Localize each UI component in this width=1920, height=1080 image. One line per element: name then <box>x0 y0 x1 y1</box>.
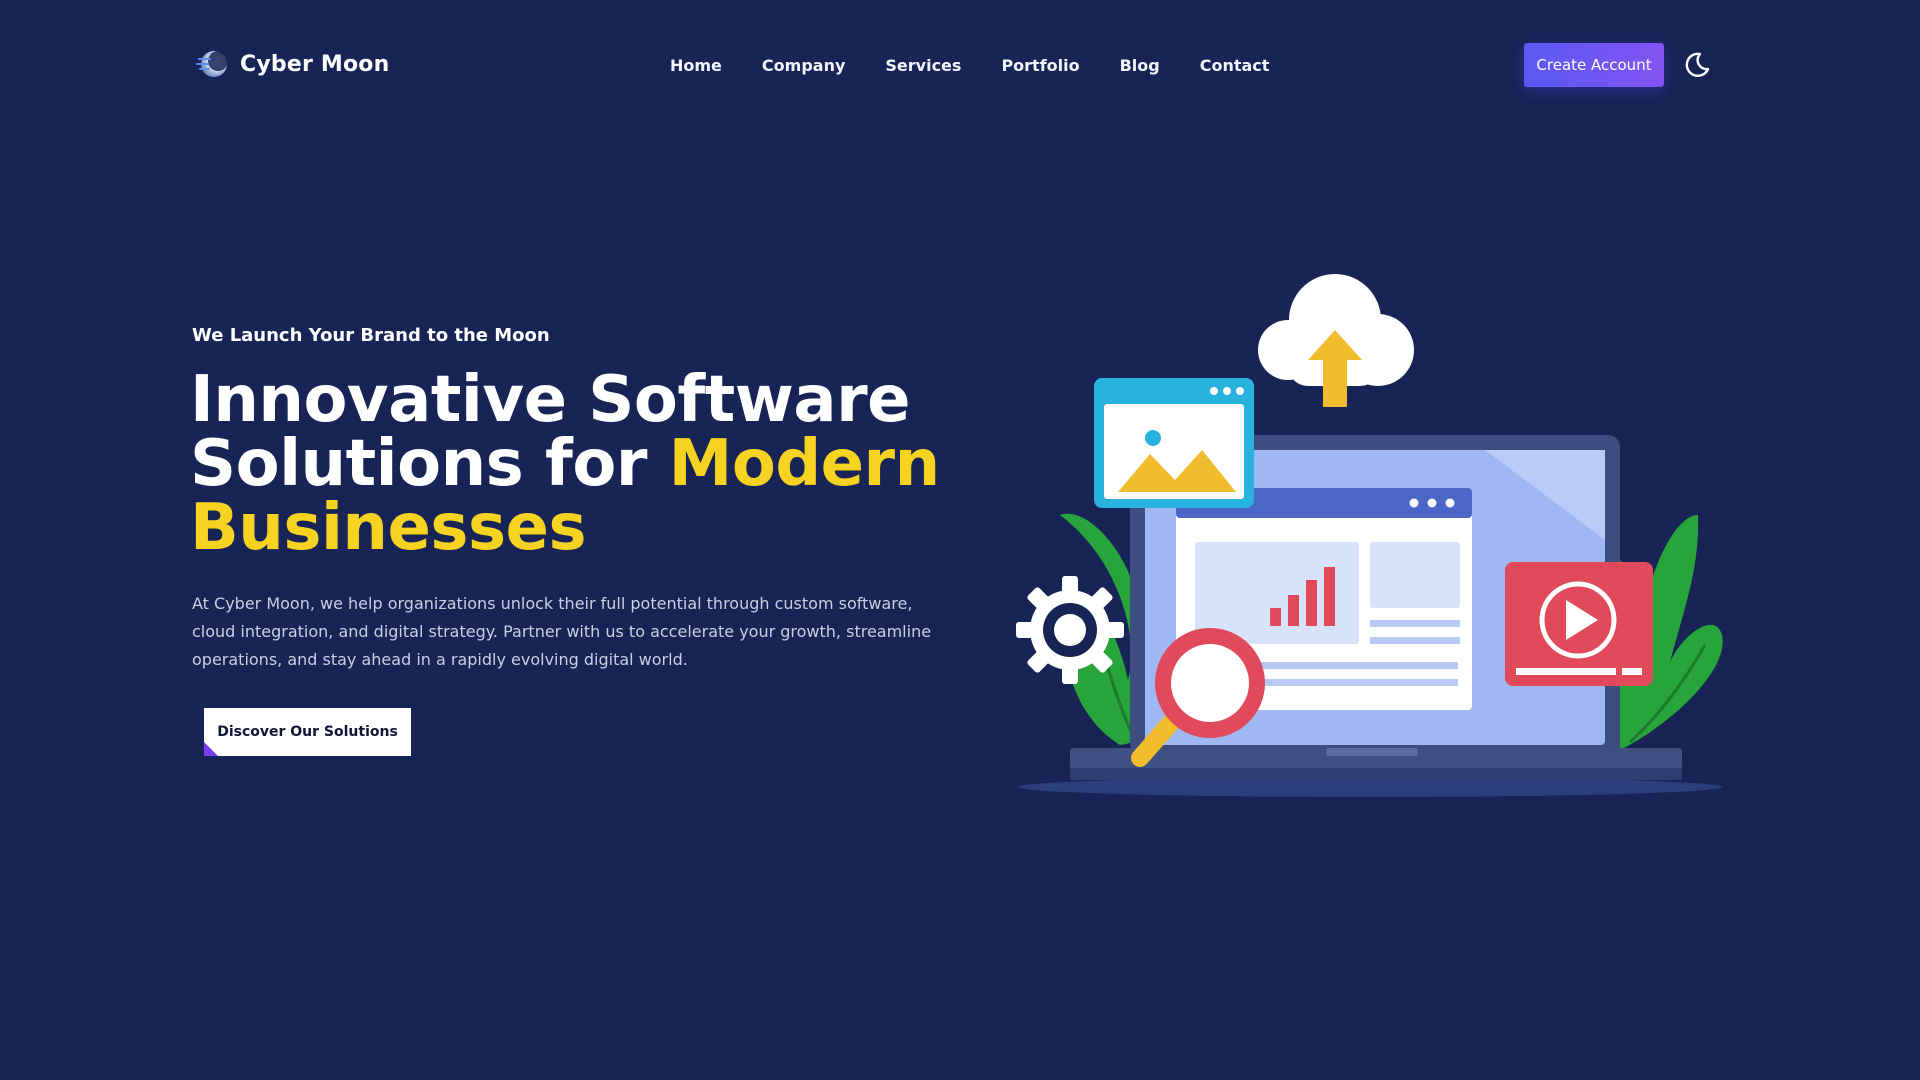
hero-eyebrow: We Launch Your Brand to the Moon <box>192 325 550 346</box>
cloud-upload-icon <box>1258 274 1414 407</box>
hero-description: At Cyber Moon, we help organizations unl… <box>192 594 932 669</box>
headline-line-2-prefix: Solutions for <box>190 427 669 501</box>
video-play-icon <box>1505 562 1653 686</box>
create-account-button[interactable]: Create Account <box>1524 43 1664 87</box>
nav-item-company[interactable]: Company <box>762 56 845 75</box>
headline-highlight-businesses: Businesses <box>190 491 587 565</box>
nav-item-portfolio[interactable]: Portfolio <box>1001 56 1079 75</box>
nav-item-blog[interactable]: Blog <box>1120 56 1160 75</box>
hero-headline: Innovative Software Solutions for Modern B… <box>190 368 950 560</box>
headline-line-1: Innovative Software <box>190 363 911 437</box>
site-header: Cyber Moon Home Company Services Portfol… <box>0 0 1920 130</box>
hero-illustration <box>1016 274 1723 797</box>
brand-name: Cyber Moon <box>240 51 390 77</box>
gear-icon <box>1016 576 1124 684</box>
moon-logo-icon <box>196 51 228 77</box>
nav-item-home[interactable]: Home <box>670 56 722 75</box>
landing-page: Cyber Moon Home Company Services Portfol… <box>0 0 1920 1080</box>
image-icon <box>1094 378 1254 508</box>
discover-solutions-button[interactable]: Discover Our Solutions <box>204 708 411 756</box>
discover-solutions-label: Discover Our Solutions <box>217 724 398 740</box>
headline-highlight-modern: Modern <box>668 427 941 501</box>
main-nav: Home Company Services Portfolio Blog Con… <box>670 50 1269 80</box>
nav-item-contact[interactable]: Contact <box>1200 56 1270 75</box>
brand-logo-link[interactable]: Cyber Moon <box>196 44 389 84</box>
nav-item-services[interactable]: Services <box>885 56 961 75</box>
moon-icon[interactable] <box>1681 50 1711 80</box>
